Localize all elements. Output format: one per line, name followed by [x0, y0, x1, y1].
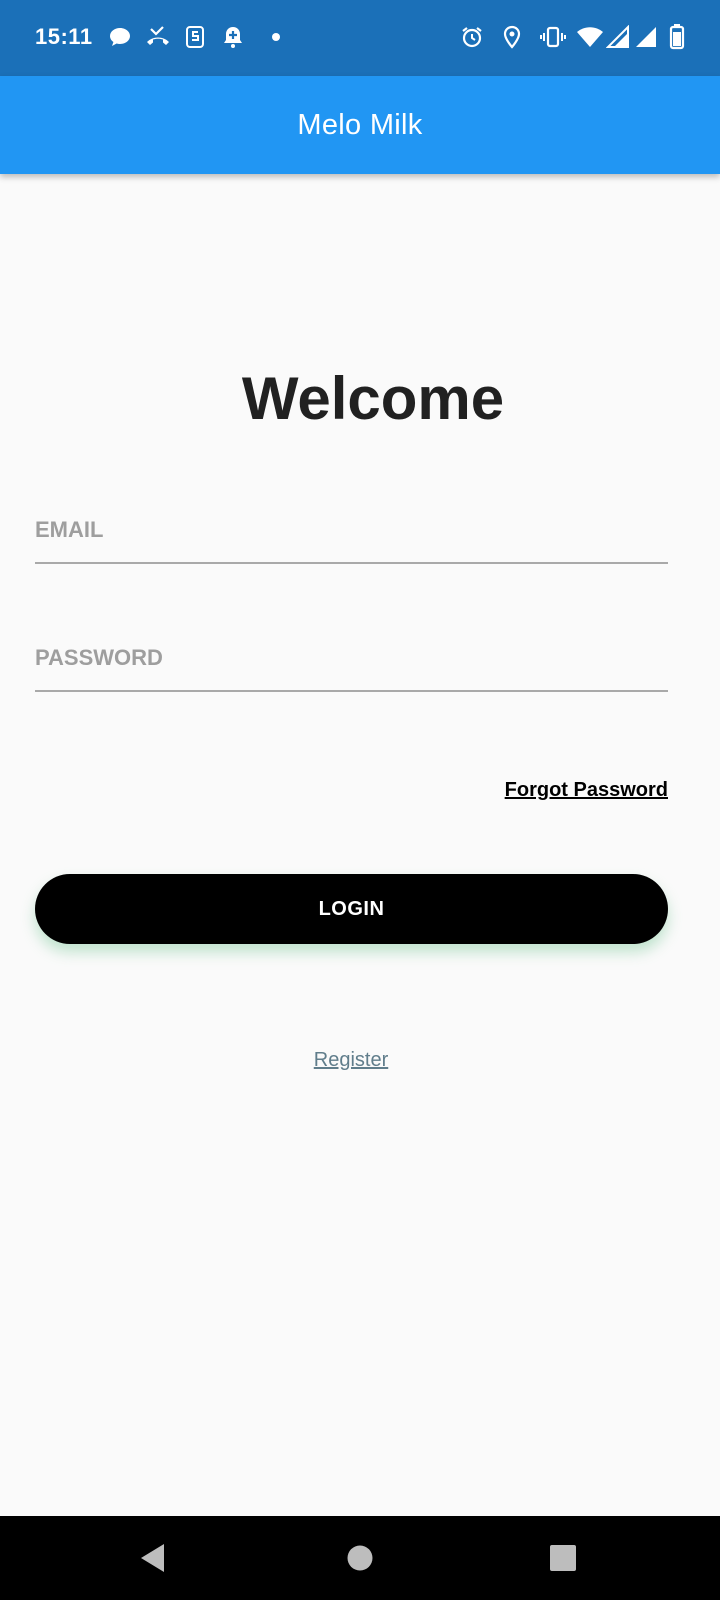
alarm-icon	[458, 22, 486, 52]
status-bar: 15:11	[0, 0, 720, 76]
login-button[interactable]: LOGIN	[35, 874, 668, 944]
status-time: 15:11	[35, 24, 93, 49]
app-title: Melo Milk	[297, 108, 423, 141]
location-icon	[498, 22, 526, 52]
signal-icon	[604, 22, 632, 52]
password-field-container	[35, 622, 668, 692]
welcome-heading: Welcome	[241, 365, 505, 432]
email-field[interactable]	[35, 494, 668, 564]
back-icon[interactable]	[135, 1540, 171, 1576]
recents-icon[interactable]	[545, 1540, 581, 1576]
app-bar: Melo Milk	[0, 76, 720, 174]
vibrate-icon	[539, 22, 567, 52]
notification-add-icon	[219, 22, 247, 52]
missed-call-icon	[144, 22, 172, 52]
signal-icon	[632, 22, 660, 52]
dot-icon	[262, 22, 290, 52]
email-field-container	[35, 494, 668, 564]
battery-icon	[663, 22, 691, 52]
sim-toolkit-icon	[181, 22, 209, 52]
register-link[interactable]: Register	[0, 1049, 702, 1072]
navigation-bar	[0, 1516, 720, 1600]
password-field[interactable]	[35, 622, 668, 692]
login-form: Welcome Forgot Password LOGIN Register	[0, 174, 720, 1516]
home-icon[interactable]	[342, 1540, 378, 1576]
forgot-password-link[interactable]: Forgot Password	[505, 779, 668, 802]
wifi-icon	[576, 22, 604, 52]
chat-bubble-icon	[106, 22, 134, 52]
